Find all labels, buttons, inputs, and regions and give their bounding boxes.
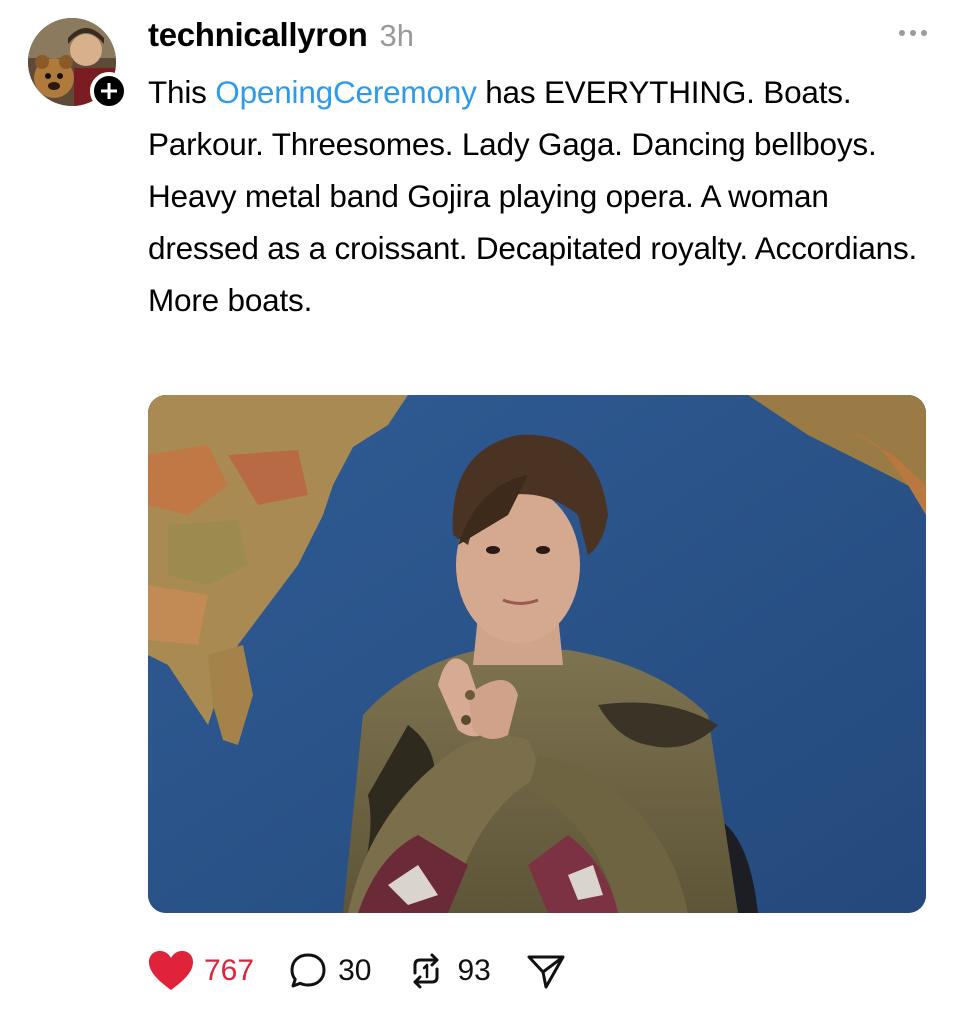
reply-count: 30 (338, 954, 372, 987)
share-button[interactable] (525, 951, 567, 991)
more-options-button[interactable] (887, 26, 927, 40)
repost-count: 93 (457, 954, 491, 987)
post-timestamp: 3h (379, 18, 415, 53)
post-body: This OpeningCeremony has EVERYTHING. Boa… (148, 66, 918, 326)
dot-icon (921, 30, 927, 36)
dot-icon (910, 30, 916, 36)
action-bar: 767 30 93 (148, 948, 601, 994)
follow-button[interactable] (90, 72, 128, 110)
post-image[interactable] (148, 395, 926, 913)
image-content (148, 395, 926, 913)
send-icon (527, 955, 565, 989)
post-header: technicallyron 3h (148, 16, 927, 60)
reply-button[interactable]: 30 (288, 951, 371, 991)
repost-icon (413, 953, 439, 989)
repost-button[interactable]: 93 (405, 951, 491, 991)
like-button[interactable]: 767 (148, 950, 254, 992)
heart-filled-icon (149, 951, 193, 990)
plus-icon (101, 83, 117, 99)
avatar-container[interactable] (28, 18, 128, 110)
hashtag-link[interactable]: OpeningCeremony (215, 74, 477, 110)
username[interactable]: technicallyron (148, 16, 368, 53)
post-text-start: This (148, 74, 216, 110)
speech-bubble-icon (290, 953, 326, 988)
like-count: 767 (204, 954, 255, 987)
dot-icon (899, 30, 905, 36)
post-text-rest: has EVERYTHING. Boats. Parkour. Threesom… (148, 74, 918, 318)
